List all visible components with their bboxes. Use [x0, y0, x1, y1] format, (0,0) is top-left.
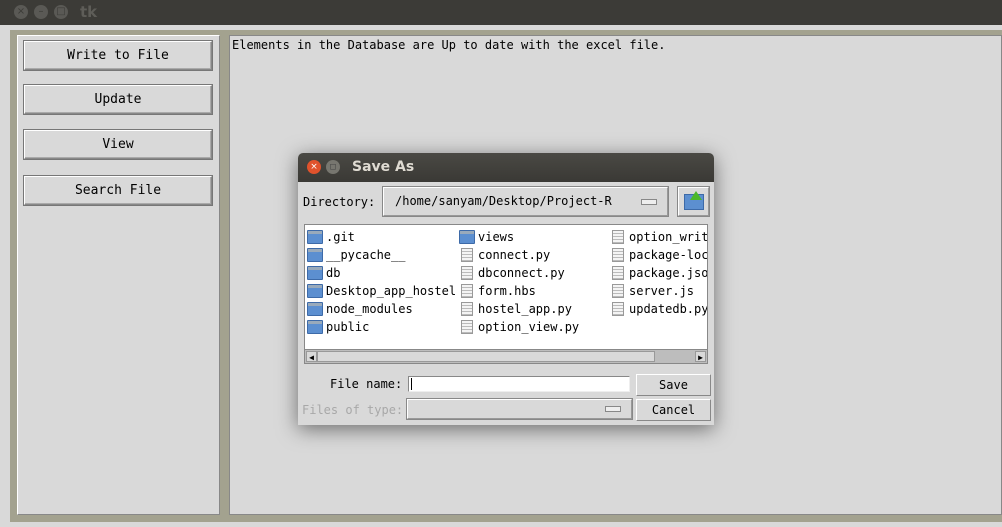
file-name: __pycache__ [326, 248, 406, 262]
status-message: Elements in the Database are Up to date … [232, 38, 666, 52]
file-icon [612, 248, 624, 262]
save-as-dialog: × □ Save As Directory: /home/sanyam/Desk… [298, 153, 714, 425]
window-titlebar: × – □ tk [0, 0, 1002, 25]
file-name: db [326, 266, 341, 280]
file-icon [612, 230, 624, 244]
file-list-column: option_writ package-loc package.jso server.… [608, 228, 708, 318]
file-icon [461, 302, 473, 316]
dialog-title: Save As [352, 159, 415, 175]
file-icon [612, 266, 624, 280]
file-name: package.jso [629, 266, 708, 280]
file-name-input[interactable] [408, 376, 630, 392]
file-list-item[interactable]: hostel_app.py [457, 300, 579, 318]
file-list-item[interactable]: server.js [608, 282, 707, 300]
folder-icon [307, 320, 323, 334]
file-list-item[interactable]: __pycache__ [305, 246, 456, 264]
file-name: .git [326, 230, 355, 244]
file-icon [612, 284, 624, 298]
file-list[interactable]: .git __pycache__db Desktop_app_hostel node_… [304, 224, 708, 364]
file-list-item[interactable]: package-loc [608, 246, 708, 264]
file-icon [612, 302, 624, 316]
search-file-button[interactable]: Search File [24, 176, 212, 205]
folder-up-icon [684, 191, 704, 210]
folder-icon [307, 284, 323, 298]
file-icon [461, 266, 473, 280]
file-list-item[interactable]: package.jso [608, 264, 708, 282]
window-title: tk [80, 3, 98, 21]
up-directory-button[interactable] [678, 187, 709, 216]
folder-icon [307, 302, 323, 316]
file-name: connect.py [478, 248, 551, 262]
folder-icon [459, 230, 475, 244]
minimize-icon[interactable]: □ [326, 160, 340, 174]
file-list-item[interactable]: .git [305, 228, 456, 246]
file-list-item[interactable]: form.hbs [457, 282, 579, 300]
minimize-icon[interactable]: – [34, 5, 48, 19]
file-name: hostel_app.py [478, 302, 572, 316]
file-icon [461, 248, 473, 262]
files-of-type-combobox [407, 399, 632, 419]
file-list-column: .git __pycache__db Desktop_app_hostel node_… [305, 228, 456, 336]
file-list-item[interactable]: public [305, 318, 456, 336]
close-icon[interactable]: × [307, 160, 321, 174]
file-icon [461, 284, 473, 298]
file-name-label: File name: [330, 377, 403, 391]
file-name: updatedb.py [629, 302, 708, 316]
dropdown-icon [605, 406, 621, 412]
file-name: public [326, 320, 370, 334]
file-name: option_view.py [478, 320, 580, 334]
files-of-type-label: Files of type: [302, 403, 404, 417]
write-to-file-button[interactable]: Write to File [24, 41, 212, 70]
file-list-item[interactable]: dbconnect.py [457, 264, 579, 282]
cancel-button[interactable]: Cancel [636, 399, 711, 421]
file-list-item[interactable]: connect.py [457, 246, 579, 264]
file-name: node_modules [326, 302, 413, 316]
file-list-item[interactable]: views [457, 228, 579, 246]
save-button[interactable]: Save [636, 374, 711, 396]
maximize-icon[interactable]: □ [54, 5, 68, 19]
directory-value: /home/sanyam/Desktop/Project-R [395, 194, 612, 208]
file-name: form.hbs [478, 284, 536, 298]
file-list-item[interactable]: Desktop_app_hostel [305, 282, 456, 300]
file-name: option_writ [629, 230, 708, 244]
close-icon[interactable]: × [14, 5, 28, 19]
file-list-item[interactable]: option_view.py [457, 318, 579, 336]
horizontal-scrollbar[interactable]: ◀ ▶ [305, 349, 707, 363]
file-list-item[interactable]: node_modules [305, 300, 456, 318]
directory-label: Directory: [303, 195, 376, 209]
folder-icon [307, 230, 323, 244]
scroll-left-icon[interactable]: ◀ [306, 351, 317, 362]
file-icon [461, 320, 473, 334]
folder-icon [307, 266, 323, 280]
update-button[interactable]: Update [24, 85, 212, 114]
file-name: views [478, 230, 515, 244]
file-name: dbconnect.py [478, 266, 565, 280]
scrollbar-thumb[interactable] [317, 351, 655, 362]
file-list-item[interactable]: db [305, 264, 456, 282]
dialog-titlebar: × □ Save As [298, 153, 714, 182]
dropdown-icon [641, 198, 657, 205]
file-name: Desktop_app_hostel [326, 284, 457, 298]
file-list-column: views connect.py dbconnect.py form.hbs hoste… [457, 228, 579, 336]
folder-icon [307, 248, 323, 262]
file-name: package-loc [629, 248, 708, 262]
file-list-item[interactable]: option_writ [608, 228, 708, 246]
file-list-item[interactable]: updatedb.py [608, 300, 708, 318]
directory-combobox[interactable]: /home/sanyam/Desktop/Project-R [383, 187, 668, 216]
view-button[interactable]: View [24, 130, 212, 159]
file-name: server.js [629, 284, 695, 298]
scroll-right-icon[interactable]: ▶ [695, 351, 706, 362]
